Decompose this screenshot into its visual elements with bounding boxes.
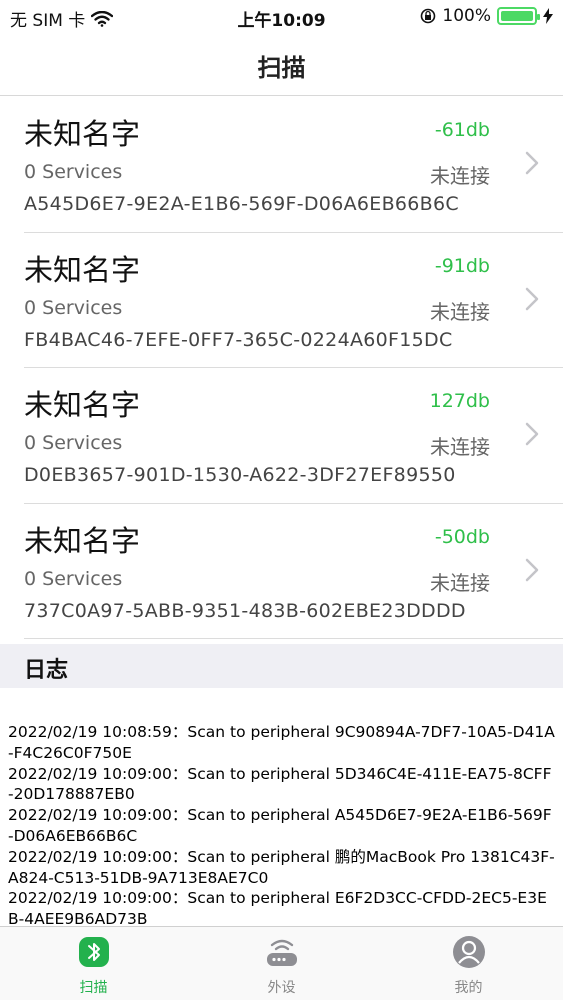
device-uuid: A545D6E7-9E2A-E1B6-569F-D06A6EB66B6C [24, 193, 459, 215]
device-row[interactable]: 未知名字 -50db 0 Services 未连接 737C0A97-5ABB-… [0, 504, 563, 640]
chevron-right-icon [525, 151, 539, 175]
device-connection-status: 未连接 [430, 299, 490, 324]
router-icon [266, 939, 297, 966]
device-rssi: -61db [434, 119, 490, 141]
charging-bolt-icon [543, 8, 553, 24]
device-uuid: 737C0A97-5ABB-9351-483B-602EBE23DDDD [24, 599, 466, 622]
device-list: 未知名字 -61db 0 Services 未连接 A545D6E7-9E2A-… [0, 97, 563, 639]
chevron-right-icon [525, 422, 539, 446]
log-text-view[interactable]: 2022/02/19 10:08:59：Scan to peripheral 9… [8, 722, 556, 926]
device-services: 0 Services [24, 432, 123, 454]
battery-percent: 100% [442, 6, 491, 26]
device-rssi: -50db [434, 525, 490, 548]
device-name: 未知名字 [24, 252, 141, 287]
tab-scan[interactable]: 扫描 [0, 935, 187, 997]
tab-label: 扫描 [79, 980, 108, 996]
user-icon [452, 936, 485, 968]
log-line: 2022/02/19 10:09:00：Scan to peripheral 鹏… [8, 847, 555, 887]
chevron-right-icon [525, 287, 539, 310]
device-row[interactable]: 未知名字 127db 0 Services 未连接 D0EB3657-901D-… [0, 368, 563, 504]
device-connection-status: 未连接 [430, 164, 490, 188]
chevron-right-icon [525, 558, 539, 581]
log-line: 2022/02/19 10:08:59：Scan to peripheral 9… [8, 723, 555, 762]
device-name: 未知名字 [24, 388, 141, 422]
log-line: 2022/02/19 10:09:00：Scan to peripheral A… [8, 806, 552, 845]
device-name: 未知名字 [24, 523, 141, 558]
status-right: 100% [420, 6, 553, 26]
log-line: 2022/02/19 10:09:00：Scan to peripheral E… [8, 889, 547, 926]
log-section-header: 日志 [0, 644, 563, 688]
device-rssi: -91db [434, 254, 490, 277]
log-line: 2022/02/19 10:09:00：Scan to peripheral 5… [8, 764, 552, 804]
device-uuid: D0EB3657-901D-1530-A622-3DF27EF89550 [24, 464, 456, 486]
device-connection-status: 未连接 [430, 570, 490, 595]
device-row[interactable]: 未知名字 -61db 0 Services 未连接 A545D6E7-9E2A-… [0, 97, 563, 233]
bluetooth-icon [78, 937, 109, 967]
battery-tip [537, 14, 540, 20]
page-title: 扫描 [257, 54, 306, 82]
tab-label: 我的 [454, 980, 483, 996]
device-services: 0 Services [24, 567, 123, 590]
battery-icon [497, 7, 540, 25]
device-row[interactable]: 未知名字 -91db 0 Services 未连接 FB4BAC46-7EFE-… [0, 233, 563, 369]
device-rssi: 127db [429, 390, 490, 412]
status-bar: 无 SIM 卡 上午10:09 100% [0, 0, 563, 32]
orientation-lock-icon [421, 8, 436, 24]
device-services: 0 Services [24, 296, 123, 319]
tab-peripherals[interactable]: 外设 [188, 935, 375, 997]
navigation-bar: 扫描 [0, 32, 563, 96]
log-title: 日志 [24, 658, 69, 683]
device-services: 0 Services [24, 161, 123, 183]
tab-bar: 扫描 外设 我的 [0, 926, 563, 1000]
device-name: 未知名字 [24, 117, 141, 151]
device-connection-status: 未连接 [430, 435, 490, 459]
device-uuid: FB4BAC46-7EFE-0FF7-365C-0224A60F15DC [24, 328, 453, 351]
tab-label: 外设 [267, 980, 296, 996]
tab-profile[interactable]: 我的 [375, 935, 562, 997]
battery-fill [501, 11, 533, 21]
